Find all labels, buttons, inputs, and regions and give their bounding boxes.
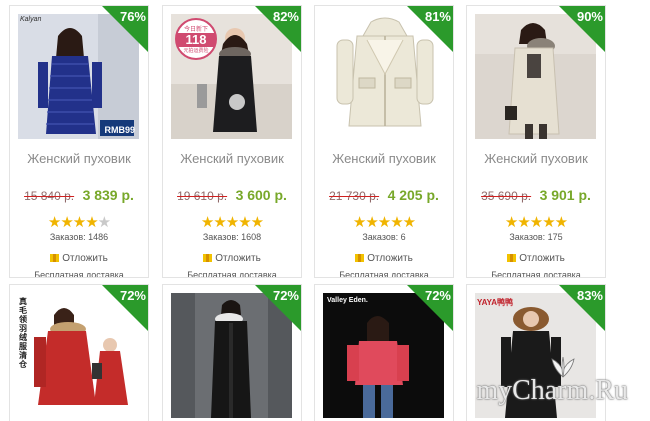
promo-label: RMB99 — [104, 125, 135, 135]
discount-percent: 83% — [576, 288, 603, 303]
gift-icon — [203, 254, 213, 262]
price-row: 21 730 р. 4 205 р. — [315, 187, 453, 205]
product-title[interactable]: Женский пуховик — [163, 151, 301, 166]
defer-button[interactable]: Отложить — [163, 253, 301, 264]
discount-badge: 72% — [255, 285, 301, 331]
old-price: 21 730 р. — [329, 189, 380, 203]
orders-count: Заказов: 175 — [509, 232, 563, 242]
defer-button[interactable]: Отложить — [315, 253, 453, 264]
discount-badge: 72% — [102, 285, 148, 331]
product-card[interactable]: 81% Женский пуховик 21 730 р. 4 205 р. ★… — [314, 5, 454, 278]
orders-count: Заказов: 1608 — [202, 232, 262, 242]
discount-percent: 82% — [272, 9, 299, 24]
current-price: 3 839 р. — [82, 187, 134, 203]
star-icon: ★★★★★ — [200, 214, 264, 231]
discount-percent: 72% — [119, 288, 146, 303]
discount-badge: 83% — [559, 285, 605, 331]
product-card[interactable]: 真毛领羽绒服清仓 72% — [9, 284, 149, 421]
discount-percent: 90% — [576, 9, 603, 24]
star-icon: ★★★★ — [47, 214, 99, 231]
rating-stars: ★★★★★ — [467, 213, 605, 231]
discount-percent: 76% — [119, 9, 146, 24]
discount-badge: 76% — [102, 6, 148, 52]
rating-stars: ★★★★★ — [163, 213, 301, 231]
defer-label: Отложить — [519, 253, 565, 264]
discount-badge: 81% — [407, 6, 453, 52]
discount-badge: 82% — [255, 6, 301, 52]
discount-badge: 72% — [407, 285, 453, 331]
orders-count: Заказов: 6 — [362, 232, 406, 242]
product-card[interactable]: Valley Eden. 72% — [314, 284, 454, 421]
gift-icon — [507, 254, 517, 262]
old-price: 19 610 р. — [177, 189, 228, 203]
old-price: 35 690 р. — [481, 189, 532, 203]
product-card[interactable]: 90% Женский пуховик 35 690 р. 3 901 р. ★… — [466, 5, 606, 278]
rating-stars: ★★★★★ — [315, 213, 453, 231]
old-price: 15 840 р. — [24, 189, 75, 203]
discount-percent: 72% — [424, 288, 451, 303]
current-price: 3 600 р. — [235, 187, 287, 203]
brand-logo: Kalyan — [20, 16, 42, 23]
current-price: 4 205 р. — [387, 187, 439, 203]
price-row: 19 610 р. 3 600 р. — [163, 187, 301, 205]
promo-label: 真毛领羽绒服清仓 — [19, 297, 27, 369]
price-row: 35 690 р. 3 901 р. — [467, 187, 605, 205]
star-icon: ★★★★★ — [352, 214, 416, 231]
brand-logo: Valley Eden. — [327, 297, 368, 304]
product-title[interactable]: Женский пуховик — [315, 151, 453, 166]
orders-count: Заказов: 1486 — [49, 232, 109, 242]
product-card[interactable]: 72% — [162, 284, 302, 421]
defer-label: Отложить — [367, 253, 413, 264]
promo-sticker: 今日新下 118 元拍运费险 — [175, 18, 217, 60]
defer-label: Отложить — [215, 253, 261, 264]
gift-icon — [50, 254, 60, 262]
discount-badge: 90% — [559, 6, 605, 52]
product-title[interactable]: Женский пуховик — [10, 151, 148, 166]
rating-stars: ★★★★★ — [10, 213, 148, 231]
price-row: 15 840 р. 3 839 р. — [10, 187, 148, 205]
brand-logo: YAYA鸭鸭 — [477, 298, 514, 307]
defer-label: Отложить — [62, 253, 108, 264]
gift-icon — [355, 254, 365, 262]
discount-percent: 72% — [272, 288, 299, 303]
star-icon: ★★★★★ — [504, 214, 568, 231]
product-title[interactable]: Женский пуховик — [467, 151, 605, 166]
discount-percent: 81% — [424, 9, 451, 24]
product-card[interactable]: 今日新下 118 元拍运费险 82% Женский пуховик 19 61… — [162, 5, 302, 278]
product-card[interactable]: Kalyan RMB99 76% Женский пуховик 15 840 … — [9, 5, 149, 278]
free-shipping: Бесплатная доставка — [491, 270, 581, 278]
defer-button[interactable]: Отложить — [467, 253, 605, 264]
watermark: myCharm.Ru — [476, 375, 628, 406]
free-shipping: Бесплатная доставка — [187, 270, 277, 278]
star-empty-icon: ★ — [97, 214, 111, 231]
defer-button[interactable]: Отложить — [10, 253, 148, 264]
free-shipping: Бесплатная доставка — [339, 270, 429, 278]
current-price: 3 901 р. — [539, 187, 591, 203]
free-shipping: Бесплатная доставка — [34, 270, 124, 278]
